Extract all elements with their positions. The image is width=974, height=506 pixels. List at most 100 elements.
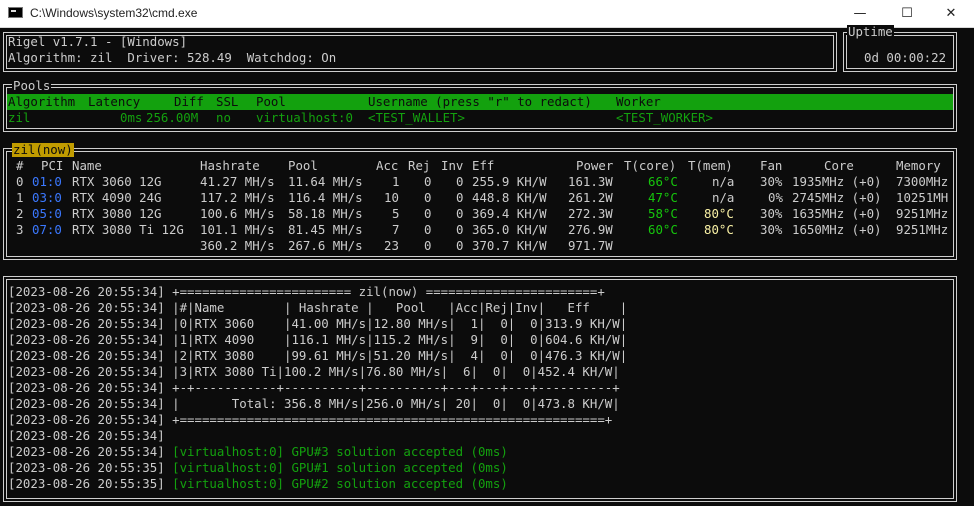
log-message: +-+-----------+----------+----------+---… xyxy=(164,380,620,395)
gpu-rej: 0 xyxy=(424,222,432,237)
col-algorithm: Algorithm xyxy=(8,94,76,109)
log-timestamp: [2023-08-26 20:55:34] xyxy=(8,316,165,331)
gpu-tcore: 60°C xyxy=(648,222,678,237)
log-timestamp: [2023-08-26 20:55:34] xyxy=(8,380,165,395)
log-timestamp: [2023-08-26 20:55:34] xyxy=(8,348,165,363)
col-ssl: SSL xyxy=(216,94,239,109)
col-pool: Pool xyxy=(256,94,286,109)
log-message: |3|RTX 3080 Ti|100.2 MH/s|76.80 MH/s| 6|… xyxy=(164,364,620,379)
gpu-hashrate: 100.6 MH/s xyxy=(200,206,275,221)
minimize-button[interactable]: — xyxy=(837,0,883,27)
gpu-core: 1635MHz (+0) xyxy=(792,206,882,221)
gpu-memory: 9251MHz xyxy=(896,222,949,237)
gpu-pool: 81.45 MH/s xyxy=(288,222,363,237)
gpu-tmem: 80°C xyxy=(704,206,734,221)
gpu-header-row: # PCI Name Hashrate Pool Acc Rej Inv Eff… xyxy=(4,158,954,174)
gpu-rej: 0 xyxy=(424,190,432,205)
pools-header-row: Algorithm Latency Diff SSL Pool Username… xyxy=(7,94,953,110)
log-line: [2023-08-26 20:55:34] +=================… xyxy=(8,412,612,428)
pool-diff: 256.00M xyxy=(146,110,199,125)
maximize-button[interactable]: ☐ xyxy=(884,0,930,27)
log-message: |#|Name | Hashrate | Pool |Acc|Rej|Inv| … xyxy=(164,300,628,315)
header-panel: Rigel v1.7.1 - [Windows] Algorithm: zil … xyxy=(3,32,837,72)
log-message: |1|RTX 4090 |116.1 MH/s|115.2 MH/s| 9| 0… xyxy=(164,332,628,347)
gpu-rej: 0 xyxy=(424,174,432,189)
gpu-col-eff: Eff xyxy=(472,158,495,173)
log-line: [2023-08-26 20:55:34] +-+-----------+---… xyxy=(8,380,620,396)
gpu-col-idx: # xyxy=(16,158,24,173)
total-power: 971.7W xyxy=(568,238,613,253)
gpu-fan: 0% xyxy=(768,190,783,205)
log-timestamp: [2023-08-26 20:55:34] xyxy=(8,284,165,299)
gpu-memory: 10251MH xyxy=(896,190,949,205)
log-line: [2023-08-26 20:55:35] [virtualhost:0] GP… xyxy=(8,476,508,492)
log-timestamp: [2023-08-26 20:55:34] xyxy=(8,332,165,347)
log-message: [virtualhost:0] GPU#2 solution accepted … xyxy=(164,476,508,491)
gpu-col-memory: Memory xyxy=(896,158,941,173)
log-message: | Total: 356.8 MH/s|256.0 MH/s| 20| 0| 0… xyxy=(164,396,620,411)
gpu-name: RTX 3080 Ti 12G xyxy=(72,222,184,237)
log-message: +======================= zil(now) ======… xyxy=(164,284,605,299)
gpu-power: 276.9W xyxy=(568,222,613,237)
gpu-power: 161.3W xyxy=(568,174,613,189)
gpu-col-pci: PCI xyxy=(41,158,64,173)
pools-label: Pools xyxy=(12,78,52,93)
log-timestamp: [2023-08-26 20:55:34] xyxy=(8,300,165,315)
total-pool: 267.6 MH/s xyxy=(288,238,363,253)
gpu-core: 2745MHz (+0) xyxy=(792,190,882,205)
log-timestamp: [2023-08-26 20:55:34] xyxy=(8,396,165,411)
gpu-eff: 448.8 KH/W xyxy=(472,190,547,205)
gpu-name: RTX 4090 24G xyxy=(72,190,162,205)
gpu-name: RTX 3080 12G xyxy=(72,206,162,221)
pool-username: <TEST_WALLET> xyxy=(368,110,465,125)
header-version: Rigel v1.7.1 - [Windows] xyxy=(8,34,188,49)
window-title: C:\Windows\system32\cmd.exe xyxy=(30,6,198,20)
log-line: [2023-08-26 20:55:34] +=================… xyxy=(8,284,605,300)
gpu-fan: 30% xyxy=(760,222,783,237)
console-area[interactable]: Rigel v1.7.1 - [Windows] Algorithm: zil … xyxy=(0,25,974,506)
gpu-hashrate: 41.27 MH/s xyxy=(200,174,275,189)
uptime-panel: Uptime 0d 00:00:22 xyxy=(843,25,957,72)
gpu-idx: 1 xyxy=(16,190,24,205)
gpu-pci: 05:0 xyxy=(32,206,62,221)
gpu-eff: 255.9 KH/W xyxy=(472,174,547,189)
log-message: |2|RTX 3080 |99.61 MH/s|51.20 MH/s| 4| 0… xyxy=(164,348,628,363)
log-line: [2023-08-26 20:55:34] |3|RTX 3080 Ti|100… xyxy=(8,364,620,380)
gpu-pool: 11.64 MH/s xyxy=(288,174,363,189)
gpu-hashrate: 101.1 MH/s xyxy=(200,222,275,237)
pool-host: virtualhost:0 xyxy=(256,110,353,125)
total-rej: 0 xyxy=(424,238,432,253)
col-diff: Diff xyxy=(174,94,204,109)
gpu-power: 272.3W xyxy=(568,206,613,221)
gpu-col-inv: Inv xyxy=(441,158,464,173)
col-latency: Latency xyxy=(88,94,141,109)
gpu-panel: zil(now) # PCI Name Hashrate Pool Acc Re… xyxy=(3,143,957,260)
gpu-panel-label: zil(now) xyxy=(12,142,74,157)
log-message: [virtualhost:0] GPU#1 solution accepted … xyxy=(164,460,508,475)
total-hashrate: 360.2 MH/s xyxy=(200,238,275,253)
gpu-pci: 03:0 xyxy=(32,190,62,205)
gpu-col-name: Name xyxy=(72,158,102,173)
gpu-idx: 0 xyxy=(16,174,24,189)
total-eff: 370.7 KH/W xyxy=(472,238,547,253)
uptime-value: 0d 00:00:22 xyxy=(864,50,947,65)
close-button[interactable]: ✕ xyxy=(928,0,974,27)
gpu-eff: 369.4 KH/W xyxy=(472,206,547,221)
gpu-fan: 30% xyxy=(760,206,783,221)
col-username: Username (press "r" to redact) xyxy=(368,94,592,109)
gpu-total-row: 360.2 MH/s 267.6 MH/s 23 0 0 370.7 KH/W … xyxy=(4,238,954,254)
pool-latency: 0ms xyxy=(120,110,143,125)
pool-ssl: no xyxy=(216,110,231,125)
log-line: [2023-08-26 20:55:34] |0|RTX 3060 |41.00… xyxy=(8,316,627,332)
gpu-rej: 0 xyxy=(424,206,432,221)
gpu-tcore: 47°C xyxy=(648,190,678,205)
cmd-app-icon xyxy=(8,7,23,18)
uptime-label: Uptime xyxy=(847,24,894,39)
gpu-name: RTX 3060 12G xyxy=(72,174,162,189)
gpu-pool: 58.18 MH/s xyxy=(288,206,363,221)
gpu-idx: 2 xyxy=(16,206,24,221)
gpu-acc: 10 xyxy=(384,190,399,205)
log-message: |0|RTX 3060 |41.00 MH/s|12.80 MH/s| 1| 0… xyxy=(164,316,628,331)
log-timestamp: [2023-08-26 20:55:34] xyxy=(8,412,165,427)
total-inv: 0 xyxy=(456,238,464,253)
